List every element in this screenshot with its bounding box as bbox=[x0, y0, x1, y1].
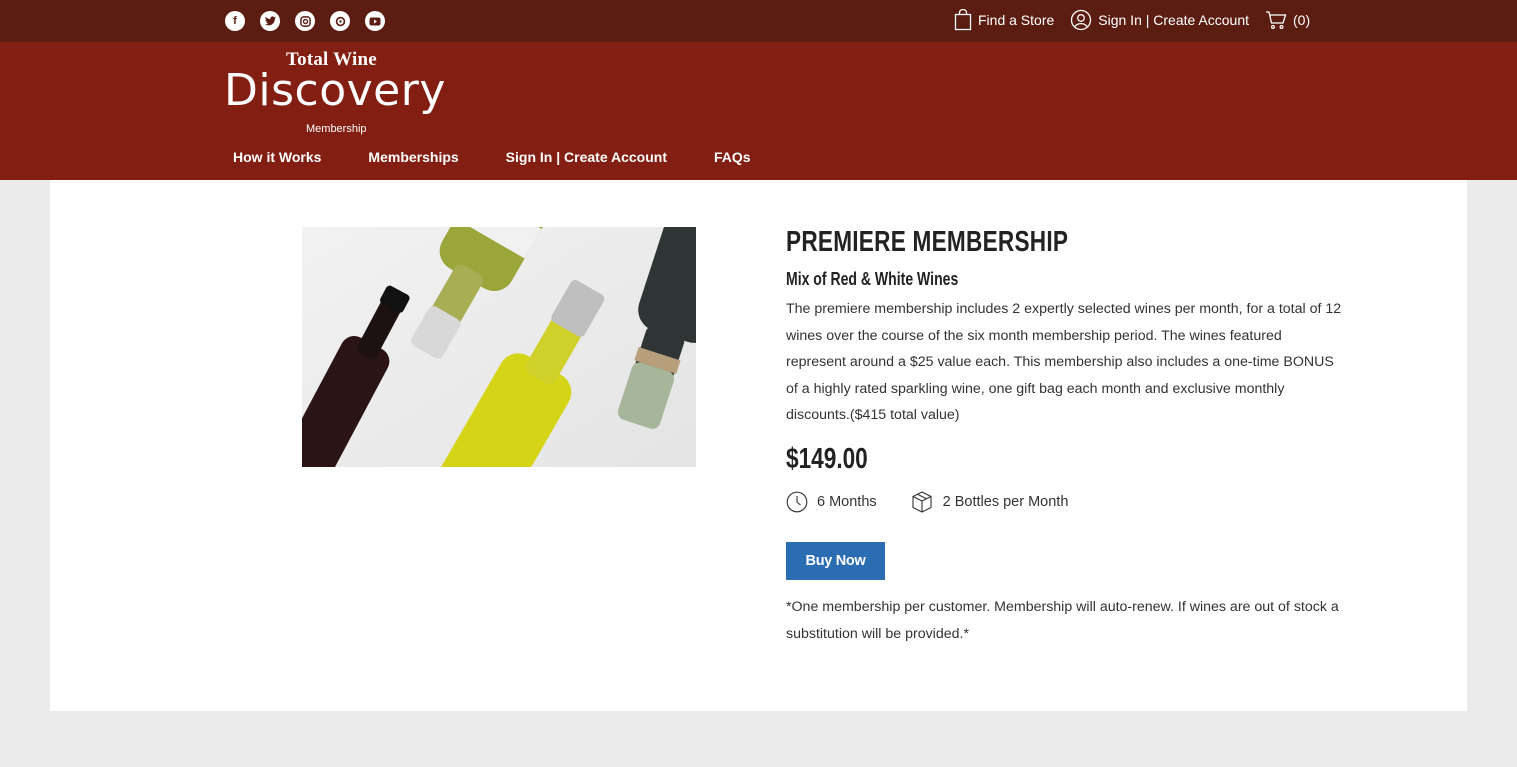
social-links: f bbox=[225, 11, 385, 31]
bottles-spec: 2 Bottles per Month bbox=[910, 490, 1069, 514]
find-store-link[interactable]: Find a Store bbox=[954, 9, 1054, 31]
instagram-icon[interactable] bbox=[295, 11, 315, 31]
buy-now-button[interactable]: Buy Now bbox=[786, 542, 885, 580]
sign-in-label: Sign In | Create Account bbox=[1098, 12, 1249, 28]
shopping-bag-icon bbox=[954, 9, 972, 31]
product-title: PREMIERE MEMBERSHIP bbox=[786, 226, 1069, 258]
sign-in-link[interactable]: Sign In | Create Account bbox=[1070, 9, 1249, 31]
find-store-label: Find a Store bbox=[978, 12, 1055, 28]
clock-icon bbox=[786, 491, 808, 513]
cart-count: (0) bbox=[1293, 12, 1311, 28]
youtube-icon[interactable] bbox=[365, 11, 385, 31]
user-icon bbox=[1071, 9, 1092, 31]
nav-item-faqs[interactable]: FAQs bbox=[714, 149, 751, 165]
box-icon bbox=[912, 491, 932, 513]
logo-brand-main: Discovery bbox=[224, 65, 446, 116]
utility-nav: Find a Store Sign In | Create Account (0… bbox=[954, 9, 1310, 31]
logo-brand-sub: Membership bbox=[306, 123, 367, 135]
cart-icon bbox=[1266, 11, 1287, 30]
product-description: The premiere membership includes 2 exper… bbox=[786, 301, 1342, 423]
facebook-icon[interactable]: f bbox=[225, 11, 245, 31]
membership-disclaimer: *One membership per customer. Membership… bbox=[786, 599, 1339, 642]
site-logo[interactable]: Total Wine Discovery Membership bbox=[224, 49, 464, 141]
product-subtitle: Mix of Red & White Wines bbox=[786, 269, 959, 289]
product-image bbox=[302, 227, 696, 467]
top-bar: f Find a Store Sign In | Create Account … bbox=[0, 0, 1517, 42]
bottles-label: 2 Bottles per Month bbox=[942, 494, 1069, 510]
duration-label: 6 Months bbox=[817, 494, 877, 510]
site-header: Total Wine Discovery Membership How it W… bbox=[0, 42, 1517, 180]
duration-spec: 6 Months bbox=[786, 491, 877, 513]
product-price: $149.00 bbox=[786, 443, 868, 475]
nav-item-how-it-works[interactable]: How it Works bbox=[233, 149, 321, 165]
pinterest-icon[interactable] bbox=[330, 11, 350, 31]
product-specs: 6 Months 2 Bottles per Month bbox=[786, 490, 1068, 514]
product-panel: PREMIERE MEMBERSHIP Mix of Red & White W… bbox=[50, 180, 1467, 711]
main-nav: How it Works Memberships Sign In | Creat… bbox=[233, 149, 751, 165]
cart-link[interactable]: (0) bbox=[1265, 10, 1310, 30]
nav-item-memberships[interactable]: Memberships bbox=[368, 149, 458, 165]
twitter-icon[interactable] bbox=[260, 11, 280, 31]
nav-item-sign-in[interactable]: Sign In | Create Account bbox=[506, 149, 667, 165]
